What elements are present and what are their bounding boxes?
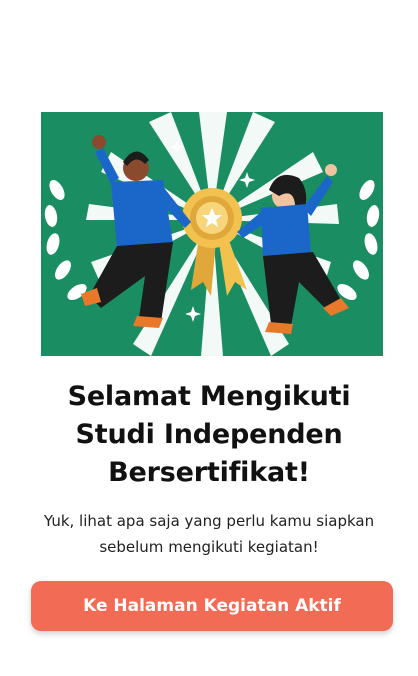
description-text: Yuk, lihat apa saja yang perlu kamu siap… — [20, 508, 398, 560]
title-line-1: Selamat Mengikuti — [67, 381, 351, 412]
description-line-2: sebelum mengikuti kegiatan! — [99, 538, 319, 556]
title-line-3: Bersertifikat! — [108, 457, 310, 488]
celebration-illustration — [41, 112, 383, 356]
certificate-welcome-screen: Selamat Mengikuti Studi Independen Berse… — [0, 0, 418, 676]
title-line-2: Studi Independen — [75, 419, 343, 450]
description-line-1: Yuk, lihat apa saja yang perlu kamu siap… — [43, 512, 375, 530]
active-activity-page-button[interactable]: Ke Halaman Kegiatan Aktif — [31, 581, 393, 631]
page-title: Selamat Mengikuti Studi Independen Berse… — [20, 378, 398, 492]
certificate-celebration-illustration-icon — [41, 112, 383, 356]
